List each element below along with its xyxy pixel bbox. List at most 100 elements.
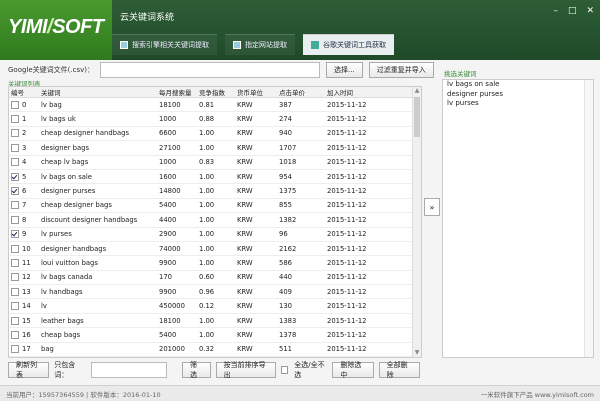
maximize-button[interactable]: □ (568, 6, 577, 16)
table-row[interactable]: 11 loui vuitton bags 9900 1.00 KRW 586 2015-11… (9, 255, 413, 271)
row-checkbox[interactable] (11, 129, 19, 138)
header-monthly-searches[interactable]: 每月搜索量 (157, 87, 197, 98)
row-checkbox[interactable] (11, 215, 19, 224)
tab-site-extract[interactable]: 指定网站提取 (225, 34, 295, 55)
delete-selected-button[interactable]: 删除选中 (332, 361, 374, 379)
tab-label: 指定网站提取 (245, 41, 287, 49)
csv-file-input[interactable] (100, 62, 321, 78)
table-row[interactable]: 5 lv bags on sale 1600 1.00 KRW 954 2015-11-12 (9, 169, 413, 185)
row-id: 17 (22, 345, 31, 354)
table-body: 0 lv bag 18100 0.81 KRW 387 2015-11-12 1 lv bags… (9, 97, 413, 357)
row-checkbox[interactable] (11, 273, 19, 282)
table-row[interactable]: 16 cheap bags 5400 1.00 KRW 1378 2015-11-12 (9, 327, 413, 343)
close-button[interactable]: ✕ (586, 6, 594, 16)
browse-button[interactable]: 选择... (326, 62, 363, 78)
cell-monthly-searches: 5400 (157, 327, 197, 343)
table-row[interactable]: 1 lv bags uk 1000 0.88 KRW 274 2015-11-12 (9, 111, 413, 127)
row-id: 2 (22, 129, 27, 138)
tab-label: 谷歌关键词工具获取 (323, 41, 386, 49)
cell-currency: KRW (235, 198, 277, 214)
filter-import-button[interactable]: 过滤重复并导入 (368, 62, 434, 78)
cell-keyword: lv bags on sale (39, 169, 157, 185)
minimize-button[interactable]: – (553, 6, 558, 16)
row-checkbox[interactable] (11, 345, 19, 354)
cell-cpc: 1375 (277, 183, 325, 199)
cell-currency: KRW (235, 97, 277, 113)
cell-id: 13 (9, 284, 39, 300)
row-checkbox[interactable] (11, 201, 19, 210)
cell-added-time: 2015-11-12 (325, 356, 413, 357)
row-checkbox[interactable] (11, 230, 19, 239)
delete-all-button[interactable]: 全部删除 (378, 361, 420, 379)
cell-monthly-searches: 9900 (157, 284, 197, 300)
row-checkbox[interactable] (11, 316, 19, 325)
row-checkbox[interactable] (11, 258, 19, 267)
table-row[interactable]: 10 designer handbags 74000 1.00 KRW 2162 2015-… (9, 241, 413, 257)
table-row[interactable]: 17 bag 201000 0.32 KRW 511 2015-11-12 (9, 342, 413, 357)
header-cpc[interactable]: 点击单价 (277, 87, 325, 98)
selected-keyword[interactable]: lv purses (443, 99, 593, 109)
select-all-toggle[interactable]: 全选/全不选 (280, 360, 327, 380)
header-keyword[interactable]: 关键词 (39, 87, 157, 98)
selected-keyword[interactable]: designer purses (443, 90, 593, 100)
table-row[interactable]: 4 cheap lv bags 1000 0.83 KRW 1018 2015-11-12 (9, 155, 413, 170)
table-row[interactable]: 13 lv handbags 9900 0.96 KRW 409 2015-11-12 (9, 284, 413, 300)
tab-search-engine-extract[interactable]: 搜索引擎相关关键词提取 (112, 34, 217, 55)
header-competition[interactable]: 竞争指数 (197, 87, 235, 98)
header-added-time[interactable]: 加入时间 (325, 87, 413, 98)
cell-id: 12 (9, 270, 39, 286)
table-row[interactable]: 3 designer bags 27100 1.00 KRW 1707 2015-11-12 (9, 140, 413, 156)
cell-competition: 0.88 (197, 111, 235, 127)
cell-monthly-searches: 201000 (157, 342, 197, 357)
cell-cpc: 322 (277, 356, 325, 357)
logo: YIMI/SOFT (0, 0, 112, 60)
table-row[interactable]: 8 discount designer handbags 4400 1.00 KRW 13… (9, 212, 413, 228)
row-checkbox[interactable] (11, 302, 19, 311)
select-all-checkbox[interactable] (280, 366, 289, 374)
selected-keyword[interactable]: lv bags on sale (443, 80, 593, 90)
row-checkbox[interactable] (11, 143, 19, 152)
table-row[interactable]: 6 designer purses 14800 1.00 KRW 1375 2015-11-… (9, 183, 413, 199)
cell-currency: KRW (235, 140, 277, 156)
row-checkbox[interactable] (11, 287, 19, 296)
cell-monthly-searches: 74000 (157, 241, 197, 257)
row-checkbox[interactable] (11, 100, 19, 109)
row-checkbox[interactable] (11, 172, 19, 181)
csv-file-label: Google关键词文件(.csv)： (8, 66, 95, 74)
tab-google-keyword-tool[interactable]: 谷歌关键词工具获取 (303, 34, 394, 55)
contains-input[interactable] (90, 362, 167, 378)
export-button[interactable]: 按当前排序导出 (215, 361, 276, 379)
table-row[interactable]: 15 leather bags 18100 1.00 KRW 1383 2015-11-12 (9, 313, 413, 329)
table-row[interactable]: 2 cheap designer handbags 6600 1.00 KRW 940 20… (9, 126, 413, 142)
table-row[interactable]: 18lv bags australia2100.38KRW3222015-11-… (9, 356, 413, 357)
header-id[interactable]: 编号 (9, 87, 39, 98)
table-row[interactable]: 9 lv purses 2900 1.00 KRW 96 2015-11-12 (9, 227, 413, 242)
table-row[interactable]: 7 cheap designer bags 5400 1.00 KRW 855 2015-1… (9, 198, 413, 214)
cell-competition: 1.00 (197, 212, 235, 228)
table-header: 编号 关键词 每月搜索量 竞争指数 货币单位 点击单价 加入时间 (9, 87, 413, 98)
row-id: 0 (22, 100, 27, 109)
selected-scrollbar[interactable] (584, 80, 593, 357)
row-checkbox[interactable] (11, 115, 19, 124)
row-checkbox[interactable] (11, 244, 19, 253)
row-checkbox[interactable] (11, 187, 19, 196)
refresh-list-button[interactable]: 刷新列表 (8, 361, 50, 379)
cell-keyword: leather bags (39, 313, 157, 329)
cell-currency: KRW (235, 313, 277, 329)
scroll-down-arrow[interactable]: ▼ (413, 349, 421, 357)
header-currency[interactable]: 货币单位 (235, 87, 277, 98)
cell-id: 16 (9, 327, 39, 343)
row-checkbox[interactable] (11, 330, 19, 339)
filter-button[interactable]: 筛选 (181, 361, 211, 379)
scroll-thumb[interactable] (414, 97, 420, 137)
table-scrollbar[interactable]: ▲ ▼ (412, 87, 421, 357)
table-row[interactable]: 12 lv bags canada 170 0.60 KRW 440 2015-11-12 (9, 270, 413, 286)
add-to-selected-button[interactable]: » (424, 198, 440, 216)
cell-competition: 1.00 (197, 255, 235, 271)
cell-id: 8 (9, 212, 39, 228)
selected-keywords-box[interactable]: lv bags on sale designer purses lv purse… (442, 79, 594, 358)
row-checkbox[interactable] (11, 158, 19, 167)
table-row[interactable]: 14 lv 450000 0.12 KRW 130 2015-11-12 (9, 298, 413, 314)
scroll-up-arrow[interactable]: ▲ (413, 87, 421, 95)
table-row[interactable]: 0 lv bag 18100 0.81 KRW 387 2015-11-12 (9, 97, 413, 113)
